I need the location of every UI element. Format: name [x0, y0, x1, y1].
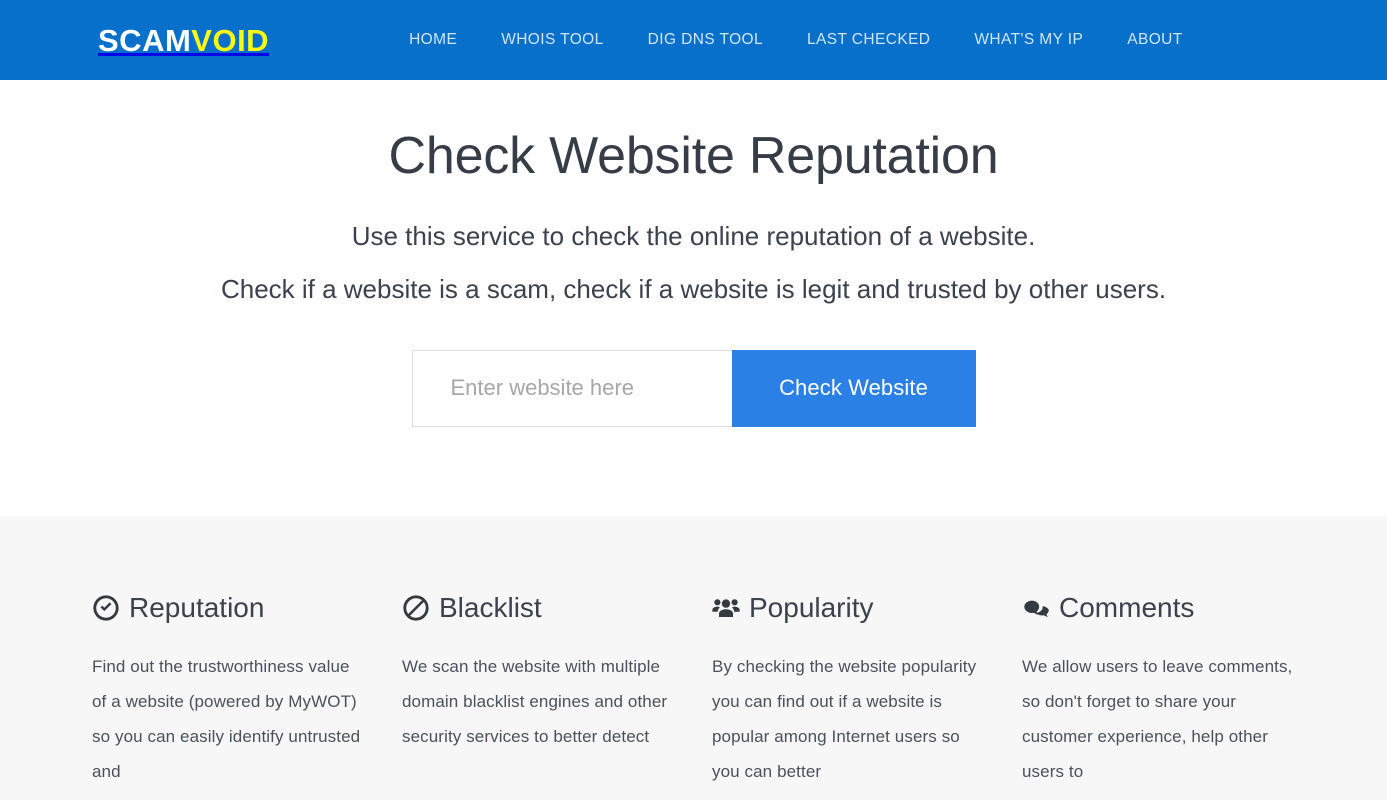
feature-card-comments: Comments We allow users to leave comment… [1022, 516, 1332, 789]
feature-heading-blacklist: Blacklist [402, 594, 676, 622]
features-row: Reputation Find out the trustworthiness … [0, 516, 1387, 789]
nav-item-last-checked[interactable]: LAST CHECKED [785, 0, 952, 80]
brand-logo-scam: SCAM [98, 22, 192, 58]
feature-title-popularity: Popularity [749, 592, 874, 623]
page-title: Check Website Reputation [388, 127, 999, 185]
comments-icon [1022, 594, 1050, 622]
feature-text-popularity: By checking the website popularity you c… [712, 657, 977, 781]
nav-item-whois-tool[interactable]: WHOIS TOOL [479, 0, 625, 80]
feature-heading-reputation: Reputation [92, 594, 366, 622]
feature-text-reputation: Find out the trustworthiness value of a … [92, 657, 361, 781]
hero-subtitle-line-1: Use this service to check the online rep… [351, 220, 1036, 251]
features-section: Reputation Find out the trustworthiness … [0, 516, 1387, 800]
search-input[interactable] [411, 349, 732, 427]
feature-heading-comments: Comments [1022, 594, 1296, 622]
hero-subtitle-line-2: Check if a website is a scam, check if a… [220, 273, 1167, 304]
check-website-button[interactable]: Check Website [731, 349, 976, 427]
feature-heading-popularity: Popularity [712, 594, 986, 622]
feature-title-blacklist: Blacklist [439, 592, 542, 623]
feature-text-comments: We allow users to leave comments, so don… [1022, 657, 1293, 781]
feature-card-blacklist: Blacklist We scan the website with multi… [402, 516, 712, 789]
nav-item-whats-my-ip[interactable]: WHAT'S MY IP [952, 0, 1105, 80]
search-area: Check Website [0, 349, 1387, 427]
feature-card-popularity: Popularity By checking the website popul… [712, 516, 1022, 789]
nav-item-about[interactable]: ABOUT [1105, 0, 1204, 80]
brand-logo[interactable]: SCAMVOID [98, 25, 269, 56]
nav-item-dig-dns-tool[interactable]: DIG DNS TOOL [626, 0, 785, 80]
feature-card-reputation: Reputation Find out the trustworthiness … [92, 516, 402, 789]
nav-item-home[interactable]: HOME [387, 0, 479, 80]
feature-title-reputation: Reputation [129, 592, 265, 623]
check-circle-icon [92, 594, 120, 622]
site-header: SCAMVOID HOME WHOIS TOOL DIG DNS TOOL LA… [0, 0, 1387, 80]
main-navigation: HOME WHOIS TOOL DIG DNS TOOL LAST CHECKE… [387, 0, 1205, 80]
header-inner: SCAMVOID HOME WHOIS TOOL DIG DNS TOOL LA… [0, 0, 1387, 80]
ban-icon [402, 594, 430, 622]
website-check-form: Check Website [411, 349, 976, 427]
hero-section: Check Website Reputation Use this servic… [0, 80, 1387, 427]
feature-text-blacklist: We scan the website with multiple domain… [402, 657, 668, 746]
feature-title-comments: Comments [1059, 592, 1195, 623]
brand-logo-void: VOID [191, 22, 270, 58]
users-icon [712, 594, 740, 622]
